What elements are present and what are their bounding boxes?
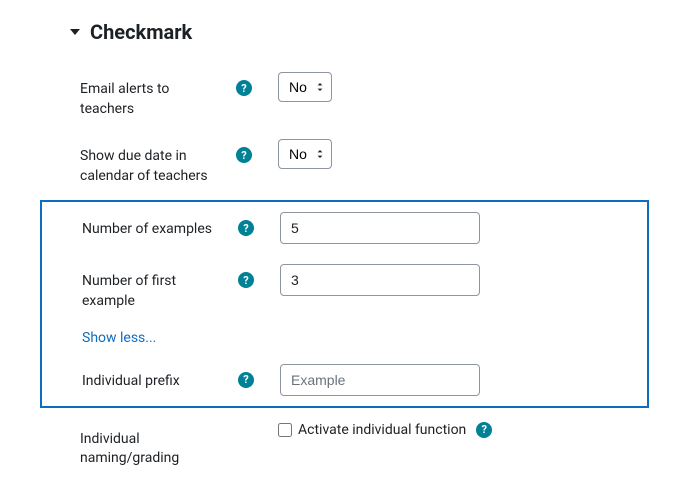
label-num-examples: Number of examples xyxy=(82,212,232,240)
help-icon[interactable]: ? xyxy=(238,272,254,288)
label-text: Email alerts to teachers xyxy=(80,80,220,119)
select-due-date-calendar[interactable]: No xyxy=(278,139,332,169)
row-individual-naming: Individual naming/grading Activate indiv… xyxy=(40,412,649,479)
row-individual-prefix: Individual prefix ? xyxy=(42,354,647,406)
input-individual-prefix[interactable] xyxy=(280,364,480,396)
label-due-date-calendar: Show due date in calendar of teachers xyxy=(80,139,230,186)
label-text: Individual naming/grading xyxy=(80,430,220,469)
section-header[interactable]: Checkmark xyxy=(68,20,649,44)
checkbox-row: Activate individual function ? xyxy=(278,422,492,438)
row-email-alerts: Email alerts to teachers ? No xyxy=(40,62,649,129)
row-num-examples: Number of examples ? xyxy=(42,202,647,254)
label-num-first-example: Number of first example xyxy=(82,264,232,311)
select-email-alerts[interactable]: No xyxy=(278,72,332,102)
help-icon[interactable]: ? xyxy=(238,372,254,388)
chevron-down-icon xyxy=(68,25,82,39)
row-due-date-calendar: Show due date in calendar of teachers ? … xyxy=(40,129,649,196)
row-num-first-example: Number of first example ? xyxy=(42,254,647,321)
form-rows: Email alerts to teachers ? No Show due d… xyxy=(40,62,649,479)
input-num-examples[interactable] xyxy=(280,212,480,244)
checkbox-label: Activate individual function xyxy=(298,422,466,438)
label-text: Number of first example xyxy=(82,272,222,311)
label-text: Individual prefix xyxy=(82,372,180,392)
help-icon[interactable]: ? xyxy=(238,220,254,236)
highlight-box: Number of examples ? Number of first exa… xyxy=(40,200,649,407)
input-num-first-example[interactable] xyxy=(280,264,480,296)
label-individual-prefix: Individual prefix xyxy=(82,364,232,392)
label-text: Number of examples xyxy=(82,220,212,240)
checkbox-activate-individual[interactable] xyxy=(278,423,292,437)
help-icon[interactable]: ? xyxy=(236,147,252,163)
help-icon[interactable]: ? xyxy=(236,80,252,96)
label-text: Show due date in calendar of teachers xyxy=(80,147,220,186)
label-email-alerts: Email alerts to teachers xyxy=(80,72,230,119)
help-icon[interactable]: ? xyxy=(476,422,492,438)
section-title: Checkmark xyxy=(90,20,192,44)
show-less-link[interactable]: Show less... xyxy=(42,322,647,354)
label-individual-naming: Individual naming/grading xyxy=(80,422,230,469)
